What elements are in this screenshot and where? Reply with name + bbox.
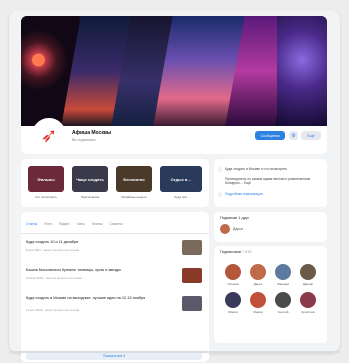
info-line-1: Куда сходить в Москве и что посмотреть [225, 167, 288, 171]
subscriber-name: Кристина [301, 310, 315, 314]
chip-often[interactable]: Чаще сходить [72, 166, 108, 192]
post-meta: 16 мая 2023 · минуты минуты на чтение [26, 276, 82, 280]
gear-icon[interactable]: ⚙ [289, 131, 298, 140]
bottom-divider [9, 351, 340, 353]
post-meta: 11 ноя 2023 · минут минуты на чтение [26, 308, 80, 312]
avatar[interactable] [220, 224, 230, 234]
community-name: Афиша Москвы [72, 130, 112, 136]
avatar[interactable] [275, 292, 291, 308]
friend-card: Подписан 1 друг Дарья [214, 212, 327, 242]
avatar[interactable] [275, 264, 291, 280]
avatar[interactable] [300, 292, 316, 308]
subscriber-name: Данияр [302, 282, 314, 286]
avatar[interactable] [225, 292, 241, 308]
tab-stories[interactable]: Сюжеты [109, 222, 122, 226]
list-item[interactable]: Башни Московского Кремля: темницы, орлы … [26, 268, 202, 290]
cover-image [21, 16, 327, 126]
post-title: Куда сходить 10 и 11 декабря [26, 240, 79, 244]
chips-card: Фильмы Что посмотреть Чаще сходить Подпи… [21, 159, 209, 207]
chip-rest[interactable]: Отдых в… [160, 166, 202, 192]
red-arrow-logo-icon: ➶ [40, 123, 58, 147]
post-meta: 8 дек 2023 · минута минуты на чтение [26, 248, 80, 252]
subscriber-name: Дарья [253, 282, 263, 286]
friend-name[interactable]: Дарья [233, 227, 243, 231]
tab-divider [21, 233, 209, 234]
show-all-button[interactable]: Показать все 4 [26, 352, 202, 360]
cover-night [277, 16, 327, 126]
friend-title: Подписан 1 друг [220, 216, 250, 220]
avatar[interactable] [250, 292, 266, 308]
tab-video[interactable]: Видео [59, 222, 69, 226]
more-button[interactable]: Ещё [301, 131, 321, 140]
subscriber-name: Татьяна [227, 282, 239, 286]
message-button[interactable]: Сообщения [255, 131, 285, 140]
feed-tabs: Статьи Фото Видео Чаты Клипы Сюжеты [26, 222, 129, 226]
chip-films[interactable]: Фильмы [28, 166, 64, 192]
chip-caption: Куда пой… [174, 195, 190, 199]
post-title: Башни Московского Кремля: темницы, орлы … [26, 268, 121, 272]
list-item[interactable]: Куда сходить в Москве на выходные: лучши… [26, 296, 202, 318]
tab-photo[interactable]: Фото [44, 222, 52, 226]
post-thumbnail [182, 268, 202, 283]
subscriber-name: Мария [253, 310, 263, 314]
community-avatar[interactable]: ➶ [32, 118, 66, 152]
post-thumbnail [182, 296, 202, 311]
subscribers-label: Подписчики [220, 250, 241, 254]
subscription-status[interactable]: Вы подписаны [72, 138, 96, 142]
subscribers-title: Подписчики 7 916 [220, 250, 251, 254]
tab-clips[interactable]: Клипы [92, 222, 102, 226]
avatar[interactable] [225, 264, 241, 280]
chip-caption: Музейные недели [121, 195, 147, 199]
subscriber-name: Георгий [277, 310, 289, 314]
subscribers-count: 7 916 [241, 250, 252, 254]
tab-chats[interactable]: Чаты [77, 222, 85, 226]
info-card: ⓘ Куда сходить в Москве и что посмотреть… [214, 159, 327, 207]
details-icon: ⓘ [218, 192, 222, 197]
post-title: Куда сходить в Москве на выходные: лучши… [26, 296, 146, 300]
subscriber-name: Мария [228, 310, 238, 314]
details-link[interactable]: Подробная информация [225, 192, 325, 196]
feed-card: Статьи Фото Видео Чаты Клипы Сюжеты Куда… [21, 212, 209, 362]
info-icon: ⓘ [218, 167, 222, 172]
post-thumbnail [182, 240, 202, 255]
avatar[interactable] [250, 264, 266, 280]
subscriber-name: Зинаида [277, 282, 289, 286]
info-line-2: Путеводитель по самым ярким местам и раз… [225, 177, 311, 186]
subscribers-card: Подписчики 7 916 Татьяна Дарья Зинаида Д… [214, 246, 327, 343]
list-item[interactable]: Куда сходить 10 и 11 декабря 8 дек 2023 … [26, 240, 202, 262]
tab-articles[interactable]: Статьи [26, 222, 37, 226]
chip-free[interactable]: Бесплатно [116, 166, 152, 192]
chip-caption: Что посмотреть [35, 195, 57, 199]
avatar[interactable] [300, 264, 316, 280]
chip-caption: Подписчиком [80, 195, 100, 199]
